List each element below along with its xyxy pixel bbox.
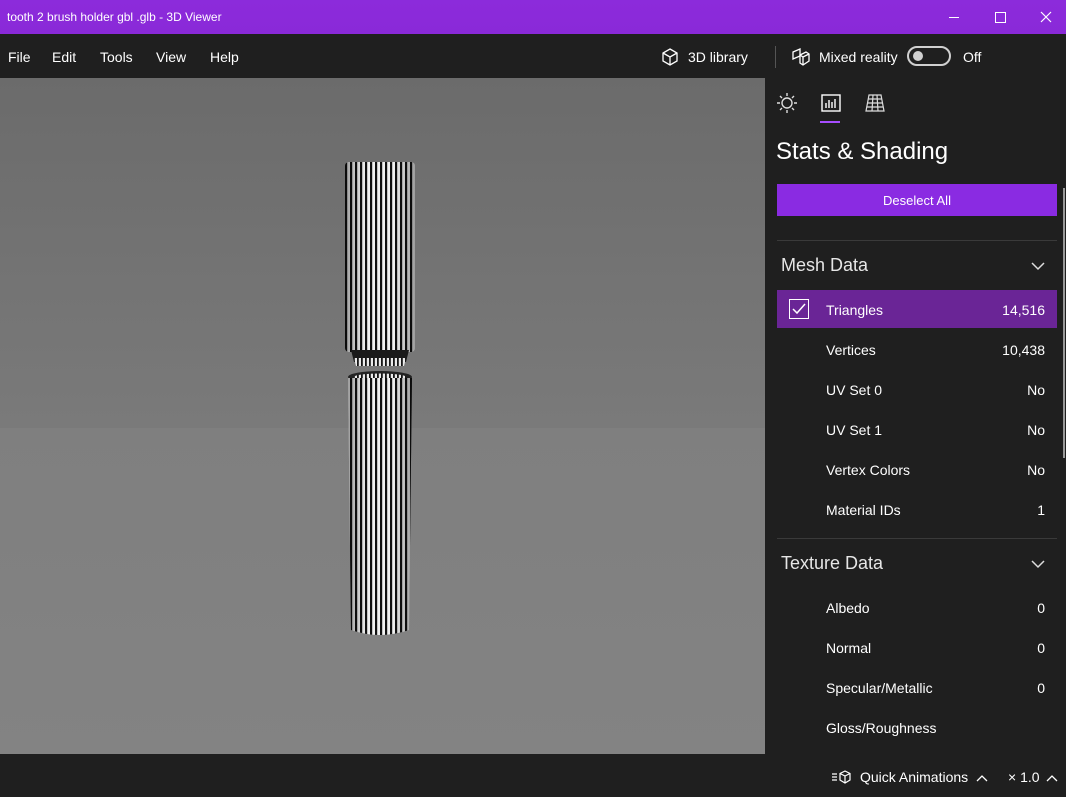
toolbar-separator xyxy=(775,46,776,68)
row-label: Triangles xyxy=(826,302,884,318)
quick-animations-label: Quick Animations xyxy=(860,769,969,785)
row-value: 10,438 xyxy=(1002,342,1045,358)
row-value: 0 xyxy=(1037,680,1045,696)
window-title: tooth 2 brush holder gbl .glb - 3D Viewe… xyxy=(7,10,222,24)
row-value: No xyxy=(1027,462,1045,478)
menu-help[interactable]: Help xyxy=(210,49,239,65)
mesh-row-vertex-colors[interactable]: Vertex Colors No xyxy=(777,450,1057,488)
mesh-row-triangles[interactable]: Triangles 14,516 xyxy=(777,290,1057,328)
menu-tools[interactable]: Tools xyxy=(100,49,133,65)
toggle-state-label: Off xyxy=(963,49,982,65)
chevron-up-icon xyxy=(976,769,988,785)
texture-data-heading[interactable]: Texture Data xyxy=(781,553,883,574)
lighting-tab-icon[interactable] xyxy=(776,92,798,114)
checkmark-icon xyxy=(792,303,806,315)
3d-viewport[interactable] xyxy=(0,78,765,754)
mesh-row-vertices[interactable]: Vertices 10,438 xyxy=(777,330,1057,368)
mixed-reality-toggle[interactable] xyxy=(907,46,951,66)
close-icon xyxy=(1040,11,1052,23)
row-label: Gloss/Roughness xyxy=(826,720,937,736)
row-value: 1 xyxy=(1037,502,1045,518)
bottom-bar: Quick Animations × 1.0 xyxy=(0,754,1066,797)
menu-bar: File Edit Tools View Help 3D library Mix… xyxy=(0,34,1066,78)
3d-library-label: 3D library xyxy=(688,49,748,65)
stats-tab-icon[interactable] xyxy=(820,92,842,114)
panel-scrollbar[interactable] xyxy=(1063,188,1065,458)
deselect-all-button[interactable]: Deselect All xyxy=(777,184,1057,216)
texture-row-specular-metallic[interactable]: Specular/Metallic 0 xyxy=(777,668,1057,706)
mixed-reality-label: Mixed reality xyxy=(819,49,898,65)
row-value: 0 xyxy=(1037,600,1045,616)
chevron-up-icon xyxy=(1046,769,1058,785)
row-value: 0 xyxy=(1037,640,1045,656)
triangles-checkbox[interactable] xyxy=(789,299,809,319)
panel-title: Stats & Shading xyxy=(776,138,949,165)
menu-edit[interactable]: Edit xyxy=(52,49,76,65)
grid-tab-icon[interactable] xyxy=(864,92,886,114)
row-label: Normal xyxy=(826,640,872,656)
close-button[interactable] xyxy=(1023,0,1066,34)
mesh-row-material-ids[interactable]: Material IDs 1 xyxy=(777,490,1057,528)
mesh-row-uv-set-0[interactable]: UV Set 0 No xyxy=(777,370,1057,408)
mixed-reality-button[interactable]: Mixed reality xyxy=(791,45,898,69)
row-label: Specular/Metallic xyxy=(826,680,933,696)
row-label: Vertices xyxy=(826,342,876,358)
stats-shading-panel: Stats & Shading Deselect All Mesh Data T… xyxy=(765,78,1066,754)
row-label: UV Set 1 xyxy=(826,422,883,438)
texture-row-gloss-roughness[interactable]: Gloss/Roughness xyxy=(777,708,1057,746)
speed-label: × 1.0 xyxy=(1008,769,1040,785)
quick-animations-button[interactable]: Quick Animations xyxy=(832,769,988,785)
row-value: No xyxy=(1027,382,1045,398)
animation-cube-icon xyxy=(832,770,851,784)
title-bar: tooth 2 brush holder gbl .glb - 3D Viewe… xyxy=(0,0,1066,34)
row-label: UV Set 0 xyxy=(826,382,883,398)
mesh-row-uv-set-1[interactable]: UV Set 1 No xyxy=(777,410,1057,448)
3d-model xyxy=(345,162,415,635)
menu-file[interactable]: File xyxy=(8,49,31,65)
mesh-data-heading[interactable]: Mesh Data xyxy=(781,255,868,276)
divider xyxy=(777,538,1057,539)
cube-icon xyxy=(662,48,678,66)
playback-speed-button[interactable]: × 1.0 xyxy=(1008,769,1058,785)
maximize-button[interactable] xyxy=(977,0,1023,34)
menu-view[interactable]: View xyxy=(156,49,186,65)
minimize-button[interactable] xyxy=(931,0,977,34)
mixed-reality-icon xyxy=(792,48,810,66)
active-tab-indicator xyxy=(820,121,840,123)
row-value: 14,516 xyxy=(1002,302,1045,318)
chevron-down-icon[interactable] xyxy=(1030,261,1046,271)
row-label: Material IDs xyxy=(826,502,901,518)
toggle-knob xyxy=(913,51,923,61)
row-label: Albedo xyxy=(826,600,870,616)
3d-library-button[interactable]: 3D library xyxy=(660,45,748,69)
texture-row-albedo[interactable]: Albedo 0 xyxy=(777,588,1057,626)
chevron-down-icon[interactable] xyxy=(1030,559,1046,569)
row-value: No xyxy=(1027,422,1045,438)
row-label: Vertex Colors xyxy=(826,462,911,478)
texture-row-normal[interactable]: Normal 0 xyxy=(777,628,1057,666)
divider xyxy=(777,240,1057,241)
